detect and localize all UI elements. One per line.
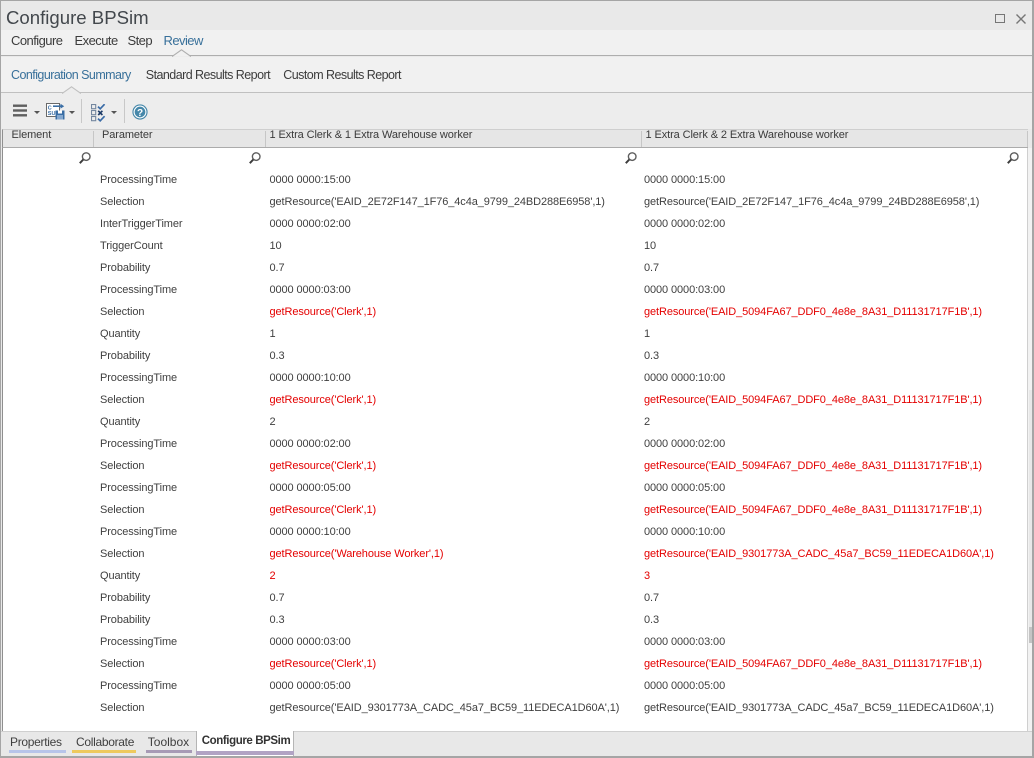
svg-text:SU: SU: [48, 111, 56, 117]
svg-text:?: ?: [136, 107, 142, 118]
